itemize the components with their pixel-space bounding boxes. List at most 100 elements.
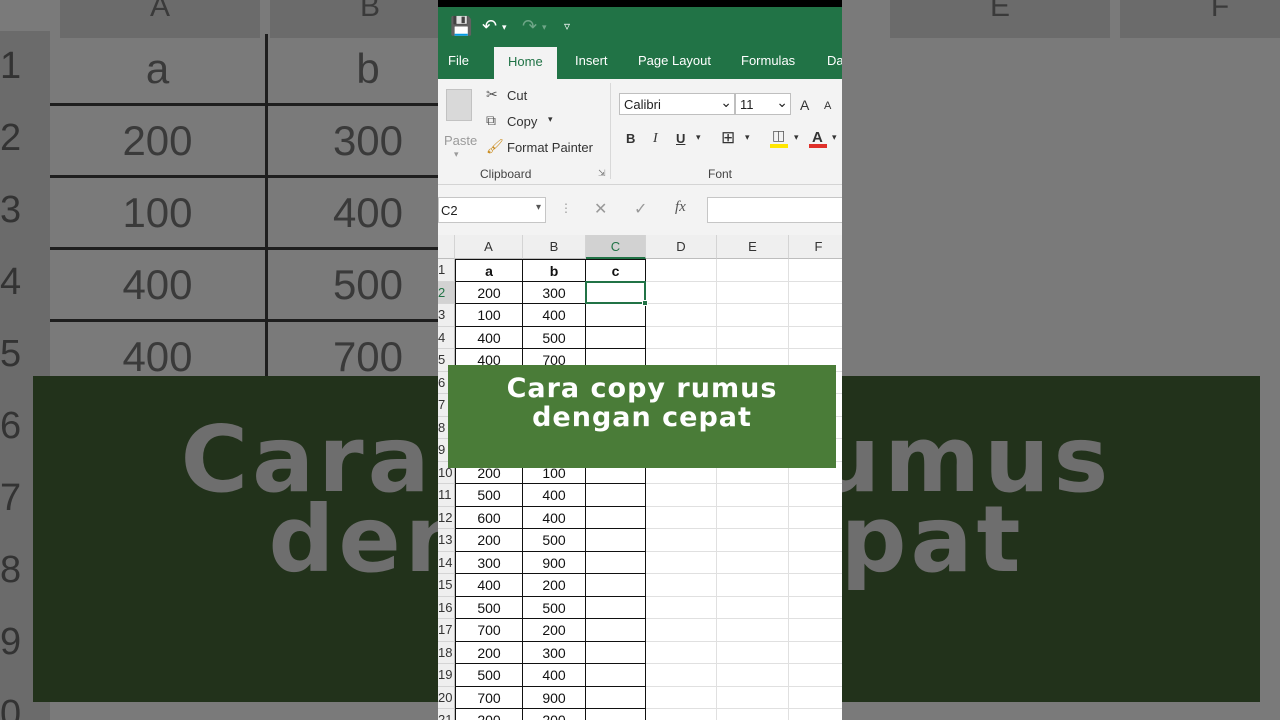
cell[interactable]: 700 xyxy=(455,686,523,709)
cell[interactable] xyxy=(717,641,789,664)
cell[interactable] xyxy=(586,506,646,529)
insert-function-icon[interactable]: fx xyxy=(675,199,686,216)
font-family-select[interactable]: Calibri ⌄ xyxy=(619,93,735,115)
underline-dropdown-icon[interactable]: ▾ xyxy=(696,132,701,143)
cell[interactable] xyxy=(717,574,789,597)
cell[interactable] xyxy=(646,641,717,664)
cell[interactable] xyxy=(646,304,717,327)
cell[interactable]: 400 xyxy=(455,326,523,349)
copy-button[interactable]: ⧉ Copy ▾ xyxy=(486,111,566,133)
cell[interactable]: 500 xyxy=(523,326,586,349)
fill-color-button[interactable]: ◫ xyxy=(770,127,792,151)
cell[interactable] xyxy=(789,574,842,597)
cell[interactable]: 400 xyxy=(523,304,586,327)
font-color-dropdown-icon[interactable]: ▾ xyxy=(832,132,837,143)
redo-dropdown-icon[interactable]: ▾ xyxy=(542,22,547,33)
cell[interactable] xyxy=(789,507,842,529)
cell[interactable]: 400 xyxy=(523,484,586,507)
cell[interactable] xyxy=(789,597,842,619)
borders-icon[interactable]: ⊞ xyxy=(721,128,735,148)
cell[interactable] xyxy=(717,619,789,642)
shrink-font-icon[interactable]: A xyxy=(824,100,831,112)
italic-button[interactable]: I xyxy=(653,131,658,147)
cell[interactable] xyxy=(717,596,789,619)
cell[interactable] xyxy=(717,484,789,507)
cell[interactable] xyxy=(586,529,646,552)
row-header[interactable]: 14 xyxy=(438,551,455,574)
tab-insert[interactable]: Insert xyxy=(575,53,608,68)
undo-icon[interactable]: ↶ xyxy=(482,16,497,37)
cell[interactable] xyxy=(646,596,717,619)
column-header-d[interactable]: D xyxy=(646,235,717,259)
row-header[interactable]: 4 xyxy=(438,326,455,349)
cell[interactable] xyxy=(586,619,646,642)
row-header[interactable]: 13 xyxy=(438,529,455,552)
fill-dropdown-icon[interactable]: ▾ xyxy=(794,132,799,143)
save-icon[interactable]: 💾 xyxy=(450,16,472,37)
cell[interactable]: 300 xyxy=(523,281,586,304)
cell[interactable]: 300 xyxy=(523,641,586,664)
row-header[interactable]: 16 xyxy=(438,596,455,619)
cell[interactable] xyxy=(717,506,789,529)
cell[interactable] xyxy=(789,709,842,720)
column-header-a[interactable]: A xyxy=(455,235,523,259)
column-header-e[interactable]: E xyxy=(717,235,789,259)
cell[interactable]: 600 xyxy=(455,506,523,529)
cell[interactable] xyxy=(646,281,717,304)
cell[interactable] xyxy=(717,259,789,282)
cell[interactable] xyxy=(586,709,646,720)
tab-home[interactable]: Home xyxy=(494,47,557,79)
cell[interactable]: 500 xyxy=(523,596,586,619)
row-header[interactable]: 18 xyxy=(438,641,455,664)
cell[interactable] xyxy=(646,326,717,349)
cell[interactable]: 100 xyxy=(455,304,523,327)
tab-formulas[interactable]: Formulas xyxy=(741,53,795,68)
cell[interactable] xyxy=(789,282,842,304)
cell[interactable]: 200 xyxy=(455,709,523,720)
cell[interactable] xyxy=(586,596,646,619)
cell[interactable]: 300 xyxy=(455,551,523,574)
cell[interactable] xyxy=(646,506,717,529)
cell[interactable] xyxy=(646,619,717,642)
cell[interactable] xyxy=(717,709,789,720)
cell[interactable] xyxy=(586,664,646,687)
cell[interactable]: b xyxy=(523,259,586,282)
cell[interactable] xyxy=(646,551,717,574)
cell[interactable] xyxy=(646,259,717,282)
cell[interactable]: a xyxy=(455,259,523,282)
row-header[interactable]: 11 xyxy=(438,484,455,507)
font-color-button[interactable]: A xyxy=(809,127,829,151)
row-header[interactable]: 17 xyxy=(438,619,455,642)
cell[interactable] xyxy=(586,304,646,327)
row-header[interactable]: 12 xyxy=(438,506,455,529)
cell[interactable] xyxy=(789,619,842,642)
cell[interactable] xyxy=(646,686,717,709)
cell[interactable] xyxy=(717,304,789,327)
cell[interactable] xyxy=(586,574,646,597)
grow-font-icon[interactable]: A xyxy=(800,97,809,113)
cell[interactable]: 200 xyxy=(455,529,523,552)
enter-icon[interactable]: ✓ xyxy=(634,199,647,219)
cancel-icon[interactable]: ✕ xyxy=(594,199,607,219)
cell[interactable]: 500 xyxy=(455,664,523,687)
cell[interactable] xyxy=(646,484,717,507)
dialog-launcher-icon[interactable]: ⇲ xyxy=(598,168,606,179)
cell[interactable]: 700 xyxy=(455,619,523,642)
name-box[interactable]: C2 ▾ xyxy=(438,197,546,223)
cell[interactable]: 200 xyxy=(455,281,523,304)
cell[interactable] xyxy=(789,259,842,282)
select-all-corner[interactable] xyxy=(438,235,455,259)
tab-page-layout[interactable]: Page Layout xyxy=(638,53,711,68)
cell[interactable] xyxy=(789,552,842,574)
column-header-f[interactable]: F xyxy=(789,235,842,259)
cell[interactable] xyxy=(789,687,842,709)
cell[interactable] xyxy=(789,484,842,507)
cell[interactable] xyxy=(586,326,646,349)
cell[interactable] xyxy=(717,664,789,687)
bold-button[interactable]: B xyxy=(626,131,635,146)
row-header[interactable]: 2 xyxy=(438,281,455,304)
row-header[interactable]: 15 xyxy=(438,574,455,597)
cell[interactable]: 900 xyxy=(523,551,586,574)
cell[interactable]: 400 xyxy=(523,664,586,687)
tab-file[interactable]: File xyxy=(448,53,469,68)
